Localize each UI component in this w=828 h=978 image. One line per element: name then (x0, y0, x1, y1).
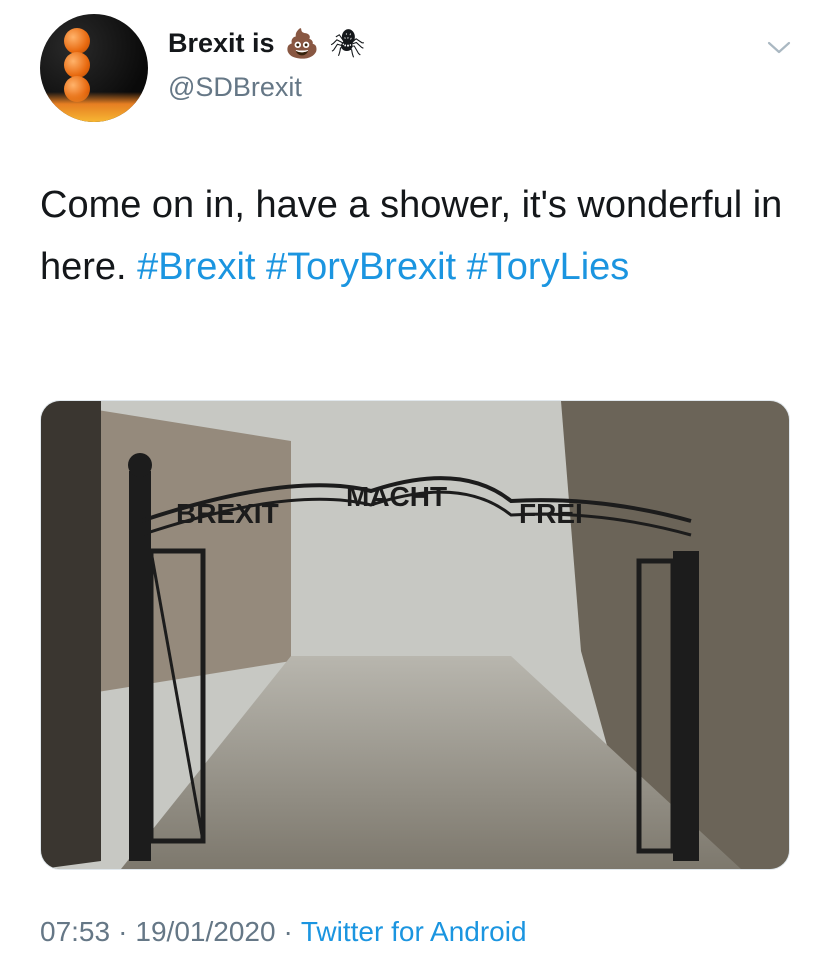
hashtag-link[interactable]: #ToryBrexit (266, 246, 456, 288)
avatar-orb (64, 52, 90, 78)
tweet-source-link[interactable]: Twitter for Android (301, 916, 527, 948)
sign-word: MACHT (346, 481, 447, 512)
user-handle[interactable]: @SDBrexit (168, 72, 302, 103)
tweet-photo[interactable]: BREXIT MACHT FREI (40, 400, 790, 870)
display-name-line[interactable]: Brexit is 💩 🕷 (168, 28, 365, 59)
tweet-header: Brexit is 💩 🕷 @SDBrexit (40, 14, 800, 124)
meta-separator: · (118, 916, 128, 947)
tweet-meta: 07:53 · 19/01/2020 · Twitter for Android (40, 916, 527, 948)
avatar-orb (64, 28, 90, 54)
tweet-time[interactable]: 07:53 (40, 916, 110, 948)
meta-separator: · (283, 916, 293, 947)
tweet-text: Come on in, have a shower, it's wonderfu… (40, 174, 800, 298)
gate-photo-illustration: BREXIT MACHT FREI (41, 401, 789, 869)
display-name[interactable]: Brexit is (168, 28, 275, 59)
tweet-date[interactable]: 19/01/2020 (135, 916, 275, 948)
avatar-fire (40, 92, 148, 122)
sign-word: FREI (519, 498, 583, 529)
hashtag-link[interactable]: #ToryLies (467, 246, 630, 288)
avatar[interactable] (40, 14, 148, 122)
sign-word: BREXIT (176, 498, 279, 529)
tweet-text-part (255, 246, 266, 288)
tweet-text-part (456, 246, 467, 288)
chevron-down-icon[interactable] (766, 34, 792, 60)
poop-emoji: 💩 (284, 27, 320, 59)
spider-emoji: 🕷 (329, 27, 365, 59)
hashtag-link[interactable]: #Brexit (137, 246, 255, 288)
